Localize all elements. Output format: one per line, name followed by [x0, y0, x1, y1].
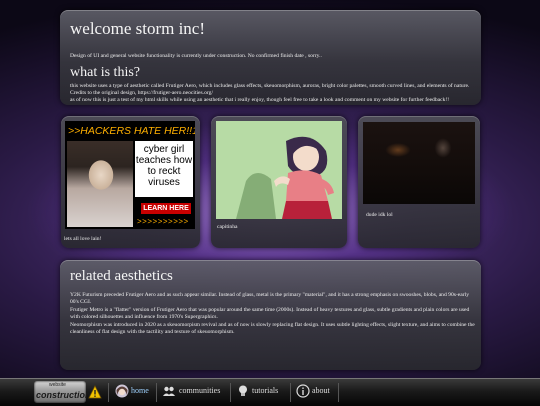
- logo-main-text: construction: [36, 390, 91, 400]
- related-neomorphism: Neomorphism was introduced in 2020 as a …: [70, 322, 475, 335]
- taskbar-separator: [290, 383, 291, 402]
- taskbar-separator: [156, 383, 157, 402]
- anime-girl-image[interactable]: [216, 121, 342, 219]
- welcome-title: welcome storm inc!: [70, 19, 206, 38]
- nav-communities[interactable]: communities: [179, 386, 220, 395]
- ad-text: cyber girl teaches how to reckt viruses: [135, 144, 193, 188]
- what-is-this-title: what is this?: [70, 65, 140, 80]
- ad-headline: >>HACKERS HATE HER!!1: [68, 125, 195, 137]
- taskbar-separator: [230, 383, 231, 402]
- ad-text-box: cyber girl teaches how to reckt viruses: [135, 141, 193, 197]
- ad-arrows: >>>>>>>>>>: [137, 217, 189, 226]
- logo-top-text: website: [49, 382, 66, 388]
- people-icon[interactable]: [162, 384, 176, 398]
- related-aesthetics-panel: related aesthetics Y2K Futurism preceded…: [60, 260, 481, 370]
- taskbar: website construction home communities tu…: [0, 378, 540, 406]
- lain-icon[interactable]: [115, 384, 129, 398]
- lightbulb-icon[interactable]: [236, 384, 250, 398]
- related-y2k: Y2K Futurism preceded Frutiger Aero and …: [70, 292, 469, 305]
- card-dude[interactable]: dude idk lol: [358, 116, 480, 248]
- what-is-this-text-2: as of now this is just a test of my html…: [70, 97, 450, 103]
- related-title: related aesthetics: [70, 268, 173, 284]
- warning-icon[interactable]: [88, 385, 102, 399]
- nav-about[interactable]: about: [312, 386, 330, 395]
- nav-home[interactable]: home: [131, 386, 149, 395]
- hackers-ad-image[interactable]: >>HACKERS HATE HER!!1 cyber girl teaches…: [65, 121, 195, 229]
- taskbar-separator: [108, 383, 109, 402]
- construction-notice: Design of UI and general website functio…: [70, 53, 322, 59]
- taskbar-separator: [338, 383, 339, 402]
- what-is-this-text-1: this website uses a type of aesthetic ca…: [70, 83, 470, 96]
- dark-photo-image[interactable]: [363, 122, 475, 204]
- info-icon[interactable]: [296, 384, 310, 398]
- lain-photo: [67, 141, 133, 227]
- card-capitinha[interactable]: capitinha: [211, 116, 347, 248]
- construction-logo[interactable]: website construction: [34, 381, 91, 403]
- card-caption-lain: lets all love lain!: [64, 236, 102, 242]
- nav-tutorials[interactable]: tutorials: [252, 386, 278, 395]
- welcome-panel: welcome storm inc! Design of UI and gene…: [60, 10, 481, 105]
- anime-girl-drawing: [216, 121, 342, 219]
- card-caption-capitinha: capitinha: [217, 224, 238, 230]
- related-frutiger-metro: Frutiger Metro is a "flatter" version of…: [70, 307, 470, 320]
- card-caption-dude: dude idk lol: [366, 212, 393, 218]
- learn-here-button[interactable]: LEARN HERE: [141, 203, 191, 214]
- card-lain[interactable]: >>HACKERS HATE HER!!1 cyber girl teaches…: [61, 116, 200, 248]
- what-is-this-text: this website uses a type of aesthetic ca…: [70, 83, 475, 104]
